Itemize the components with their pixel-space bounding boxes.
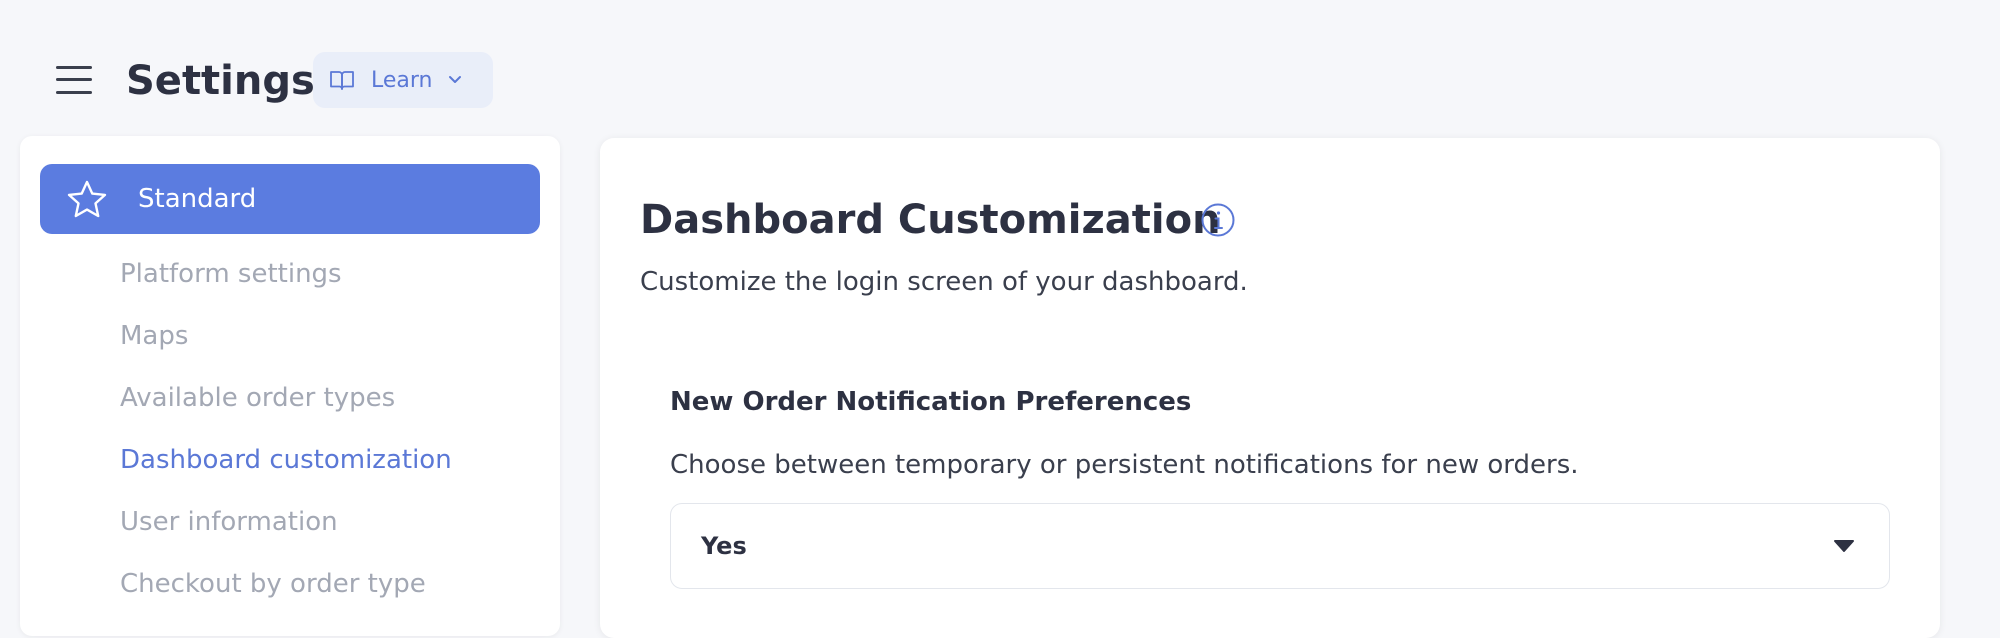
info-icon[interactable] bbox=[1200, 202, 1236, 238]
sidebar-item-standard[interactable]: Standard bbox=[40, 164, 540, 234]
learn-label: Learn bbox=[371, 67, 433, 93]
dashboard-customization-panel: Dashboard Customization Customize the lo… bbox=[600, 138, 1940, 638]
learn-button[interactable]: Learn bbox=[313, 52, 493, 108]
sidebar-item-platform-settings[interactable]: Platform settings bbox=[120, 256, 342, 292]
notification-preferences-description: Choose between temporary or persistent n… bbox=[670, 450, 1579, 480]
notification-preferences-title: New Order Notification Preferences bbox=[670, 387, 1192, 417]
sidebar-item-label: Standard bbox=[138, 184, 257, 214]
sidebar-item-checkout-by-order-type[interactable]: Checkout by order type bbox=[120, 566, 426, 602]
section-description: Customize the login screen of your dashb… bbox=[640, 267, 1248, 297]
page-title: Settings bbox=[126, 58, 315, 104]
chevron-down-icon bbox=[447, 75, 463, 85]
sidebar-item-maps[interactable]: Maps bbox=[120, 318, 188, 354]
select-value: Yes bbox=[701, 532, 747, 560]
notification-preference-select[interactable]: Yes bbox=[670, 503, 1890, 589]
hamburger-menu-icon[interactable] bbox=[56, 64, 92, 96]
book-open-icon bbox=[329, 69, 355, 91]
sidebar-item-dashboard-customization[interactable]: Dashboard customization bbox=[120, 442, 452, 478]
sidebar-item-available-order-types[interactable]: Available order types bbox=[120, 380, 395, 416]
caret-down-icon bbox=[1833, 539, 1855, 553]
settings-sidebar: Standard Platform settings Maps Availabl… bbox=[20, 136, 560, 636]
section-title: Dashboard Customization bbox=[640, 197, 1221, 243]
star-icon bbox=[66, 179, 108, 219]
sidebar-item-user-information[interactable]: User information bbox=[120, 504, 338, 540]
